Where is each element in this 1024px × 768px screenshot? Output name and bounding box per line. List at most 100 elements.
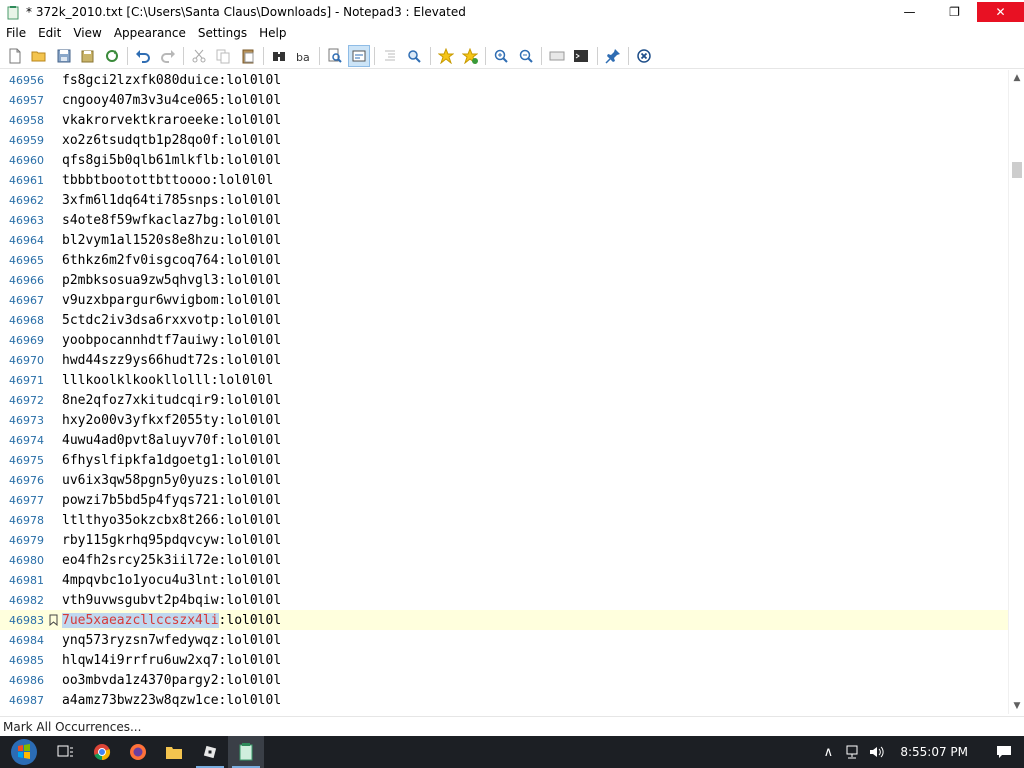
line-text[interactable]: rby115gkrhq95pdqvcyw:lol0l0l (62, 533, 281, 548)
word-wrap-icon[interactable] (347, 44, 370, 67)
line-text[interactable]: 6thkz6m2fv0isgcoq764:lol0l0l (62, 253, 281, 268)
line-text[interactable]: 4uwu4ad0pvt8aluyv70f:lol0l0l (62, 433, 281, 448)
line-text[interactable]: 8ne2qfoz7xkitudcqir9:lol0l0l (62, 393, 281, 408)
find-icon[interactable] (268, 45, 290, 67)
paste-icon[interactable] (237, 45, 259, 67)
line-text[interactable]: p2mbksosua9zw5qhvgl3:lol0l0l (62, 273, 281, 288)
menu-edit[interactable]: Edit (32, 26, 67, 40)
exit-icon[interactable] (633, 45, 655, 67)
line-text[interactable]: vkakrorvektkraroeeke:lol0l0l (62, 113, 281, 128)
chrome-icon[interactable] (84, 736, 120, 768)
clock[interactable]: 8:55:07 PM (888, 745, 984, 759)
editor-line[interactable]: 46960 qfs8gi5b0qlb61mlkflb:lol0l0l (0, 150, 1008, 170)
line-text[interactable]: xo2z6tsudqtb1p28qo0f:lol0l0l (62, 133, 281, 148)
line-text[interactable]: a4amz73bwz23w8qzw1ce:lol0l0l (62, 693, 281, 708)
network-icon[interactable] (840, 736, 864, 768)
editor-line[interactable]: 46957 cngooy407m3v3u4ce065:lol0l0l (0, 90, 1008, 110)
undo-icon[interactable] (132, 45, 154, 67)
text-editor[interactable]: 46956 fs8gci2lzxfk080duice:lol0l0l 46957 cn… (0, 70, 1008, 714)
editor-line[interactable]: 46981 4mpqvbc1o1yocu4u3lnt:lol0l0l (0, 570, 1008, 590)
task-view-icon[interactable] (48, 736, 84, 768)
zoom-out-icon[interactable] (515, 45, 537, 67)
editor-line[interactable]: 46974 4uwu4ad0pvt8aluyv70f:lol0l0l (0, 430, 1008, 450)
maximize-button[interactable]: ❐ (932, 2, 977, 22)
line-text[interactable]: 3xfm6l1dq64ti785snps:lol0l0l (62, 193, 281, 208)
find-next-icon[interactable] (403, 45, 425, 67)
editor-line[interactable]: 46978 ltlthyo35okzcbx8t266:lol0l0l (0, 510, 1008, 530)
line-text[interactable]: powzi7b5bd5p4fyqs721:lol0l0l (62, 493, 281, 508)
editor-line[interactable]: 46964 bl2vym1al1520s8e8hzu:lol0l0l (0, 230, 1008, 250)
save-as-icon[interactable] (77, 45, 99, 67)
scroll-down-icon[interactable]: ▼ (1009, 698, 1024, 714)
new-file-icon[interactable] (4, 45, 26, 67)
line-text[interactable]: bl2vym1al1520s8e8hzu:lol0l0l (62, 233, 281, 248)
copy-icon[interactable] (212, 45, 234, 67)
selected-text[interactable]: 7ue5xaeazcllccszx4li (62, 612, 219, 628)
line-text[interactable]: tbbbtbootottbttoooo:lol0l0l (62, 173, 273, 188)
editor-line[interactable]: 46976 uv6ix3qw58pgn5y0yuzs:lol0l0l (0, 470, 1008, 490)
open-folder-icon[interactable] (28, 45, 50, 67)
line-text[interactable]: 5ctdc2iv3dsa6rxxvotp:lol0l0l (62, 313, 281, 328)
line-text[interactable]: hwd44szz9ys66hudt72s:lol0l0l (62, 353, 281, 368)
editor-line[interactable]: 46966 p2mbksosua9zw5qhvgl3:lol0l0l (0, 270, 1008, 290)
favorites-icon[interactable] (459, 45, 481, 67)
editor-line[interactable]: 46987 a4amz73bwz23w8qzw1ce:lol0l0l (0, 690, 1008, 710)
editor-line[interactable]: 46973 hxy2o00v3yfkxf2055ty:lol0l0l (0, 410, 1008, 430)
menu-settings[interactable]: Settings (192, 26, 253, 40)
cut-icon[interactable] (188, 45, 210, 67)
minimize-button[interactable]: — (887, 2, 932, 22)
line-text[interactable]: uv6ix3qw58pgn5y0yuzs:lol0l0l (62, 473, 281, 488)
editor-line[interactable]: 46963 s4ote8f59wfkaclaz7bg:lol0l0l (0, 210, 1008, 230)
editor-line[interactable]: 46971 lllkoolklkookllolll:lol0l0l (0, 370, 1008, 390)
editor-line[interactable]: 46967 v9uzxbpargur6wvigbom:lol0l0l (0, 290, 1008, 310)
pin-icon[interactable] (602, 45, 624, 67)
title-bar[interactable]: * 372k_2010.txt [C:\Users\Santa Claus\Do… (0, 0, 1024, 23)
line-text[interactable]: lllkoolklkookllolll:lol0l0l (62, 373, 273, 388)
editor-line[interactable]: 46965 6thkz6m2fv0isgcoq764:lol0l0l (0, 250, 1008, 270)
line-text[interactable]: fs8gci2lzxfk080duice:lol0l0l (62, 73, 281, 88)
editor-line[interactable]: 46970 hwd44szz9ys66hudt72s:lol0l0l (0, 350, 1008, 370)
line-text[interactable]: qfs8gi5b0qlb61mlkflb:lol0l0l (62, 153, 281, 168)
editor-line[interactable]: 46986 oo3mbvda1z4370pargy2:lol0l0l (0, 670, 1008, 690)
terminal-icon[interactable] (570, 45, 592, 67)
scroll-up-icon[interactable]: ▲ (1009, 70, 1024, 86)
notepad3-taskbar-icon[interactable] (228, 736, 264, 768)
show-hidden-icons-chevron-icon[interactable]: ∧ (816, 736, 840, 768)
line-text[interactable]: ltlthyo35okzcbx8t266:lol0l0l (62, 513, 281, 528)
replace-icon[interactable]: ba (292, 45, 314, 67)
line-text[interactable]: eo4fh2srcy25k3iil72e:lol0l0l (62, 553, 281, 568)
line-text[interactable]: vth9uvwsgubvt2p4bqiw:lol0l0l (62, 593, 281, 608)
firefox-icon[interactable] (120, 736, 156, 768)
line-text[interactable]: 7ue5xaeazcllccszx4li:lol0l0l (62, 612, 281, 628)
editor-line[interactable]: 46969 yoobpocannhdtf7auiwy:lol0l0l (0, 330, 1008, 350)
editor-line[interactable]: 46977 powzi7b5bd5p4fyqs721:lol0l0l (0, 490, 1008, 510)
line-text[interactable]: oo3mbvda1z4370pargy2:lol0l0l (62, 673, 281, 688)
editor-line[interactable]: 46959 xo2z6tsudqtb1p28qo0f:lol0l0l (0, 130, 1008, 150)
add-favorite-icon[interactable] (435, 45, 457, 67)
start-icon[interactable] (0, 736, 48, 768)
menu-view[interactable]: View (67, 26, 107, 40)
close-button[interactable]: ✕ (977, 1, 1024, 22)
find-in-files-icon[interactable] (324, 45, 346, 67)
editor-line[interactable]: 46985 hlqw14i9rrfru6uw2xq7:lol0l0l (0, 650, 1008, 670)
redo-icon[interactable] (157, 45, 179, 67)
notifications-icon[interactable] (984, 736, 1024, 768)
line-text[interactable]: yoobpocannhdtf7auiwy:lol0l0l (62, 333, 281, 348)
scroll-thumb[interactable] (1012, 162, 1022, 178)
editor-line[interactable]: 46961 tbbbtbootottbttoooo:lol0l0l (0, 170, 1008, 190)
editor-line[interactable]: 46962 3xfm6l1dq64ti785snps:lol0l0l (0, 190, 1008, 210)
line-text[interactable]: s4ote8f59wfkaclaz7bg:lol0l0l (62, 213, 281, 228)
roblox-icon[interactable] (192, 736, 228, 768)
line-text[interactable]: cngooy407m3v3u4ce065:lol0l0l (62, 93, 281, 108)
show-special-chars-icon[interactable] (546, 45, 568, 67)
editor-line[interactable]: 46982 vth9uvwsgubvt2p4bqiw:lol0l0l (0, 590, 1008, 610)
editor-line[interactable]: 46984 ynq573ryzsn7wfedywqz:lol0l0l (0, 630, 1008, 650)
bookmark-icon[interactable] (44, 614, 62, 626)
line-text[interactable]: ynq573ryzsn7wfedywqz:lol0l0l (62, 633, 281, 648)
editor-line[interactable]: 46983 7ue5xaeazcllccszx4li:lol0l0l (0, 610, 1008, 630)
line-text[interactable]: hlqw14i9rrfru6uw2xq7:lol0l0l (62, 653, 281, 668)
editor-line[interactable]: 46958 vkakrorvektkraroeeke:lol0l0l (0, 110, 1008, 130)
editor-line[interactable]: 46972 8ne2qfoz7xkitudcqir9:lol0l0l (0, 390, 1008, 410)
editor-line[interactable]: 46968 5ctdc2iv3dsa6rxxvotp:lol0l0l (0, 310, 1008, 330)
menu-appearance[interactable]: Appearance (108, 26, 192, 40)
